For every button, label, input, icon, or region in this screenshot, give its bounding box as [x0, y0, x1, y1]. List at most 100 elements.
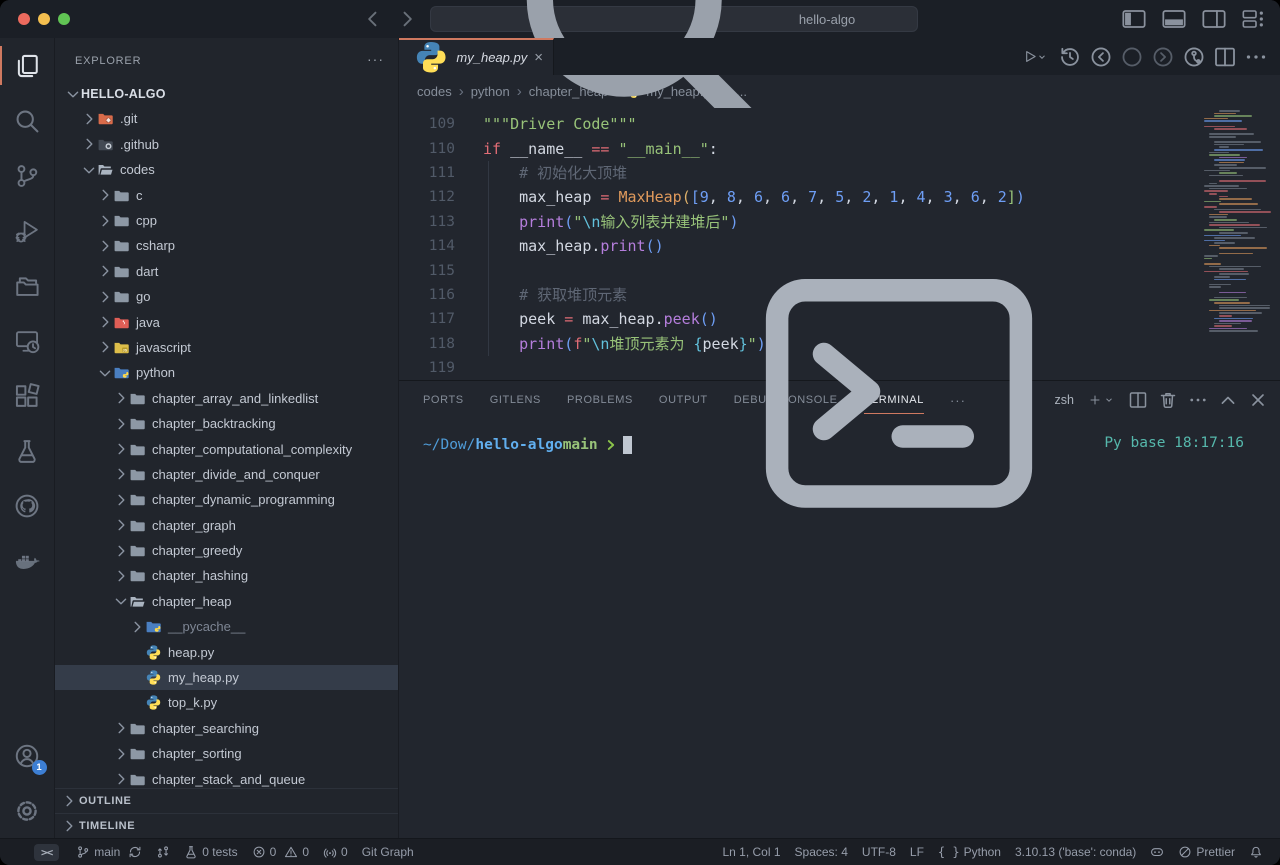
tree-item-chapter-backtracking[interactable]: chapter_backtracking — [55, 411, 398, 436]
outline-section[interactable]: OUTLINE — [55, 788, 398, 813]
tree-item-chapter-searching[interactable]: chapter_searching — [55, 716, 398, 741]
file-py-icon — [145, 644, 162, 661]
tree-item--git[interactable]: .git — [55, 106, 398, 131]
status-indentation[interactable]: Spaces: 4 — [788, 845, 855, 859]
chevron-right-icon — [97, 187, 113, 203]
tree-item-go[interactable]: go — [55, 284, 398, 309]
kill-terminal-icon[interactable] — [1158, 390, 1178, 410]
zoom-window-button[interactable] — [58, 13, 70, 25]
toggle-panel-icon[interactable] — [1162, 8, 1186, 30]
activity-testing[interactable] — [0, 423, 55, 478]
activity-github[interactable] — [0, 478, 55, 533]
tree-item-c[interactable]: c — [55, 182, 398, 207]
more-icon[interactable] — [1188, 390, 1208, 410]
status-language-mode[interactable]: { }Python — [931, 845, 1008, 859]
split-editor-icon[interactable] — [1213, 45, 1237, 69]
tree-item-my-heap-py[interactable]: my_heap.py — [55, 665, 398, 690]
activity-run-debug[interactable] — [0, 203, 55, 258]
status-git-compare[interactable] — [149, 845, 177, 859]
status-git-branch[interactable]: main — [69, 845, 149, 859]
tree-item-chapter-hashing[interactable]: chapter_hashing — [55, 563, 398, 588]
tree-item-chapter-graph[interactable]: chapter_graph — [55, 513, 398, 538]
tree-item-top-k-py[interactable]: top_k.py — [55, 690, 398, 715]
tree-item-javascript[interactable]: JSjavascript — [55, 335, 398, 360]
tree-item-csharp[interactable]: csharp — [55, 233, 398, 258]
files-icon — [14, 53, 40, 79]
tree-item-chapter-dynamic-programming[interactable]: chapter_dynamic_programming — [55, 487, 398, 512]
navigate-forward-icon[interactable] — [396, 8, 418, 30]
panel-tab-gitlens[interactable]: GITLENS — [490, 381, 541, 419]
status-cursor-position[interactable]: Ln 1, Col 1 — [715, 845, 787, 859]
tree-item-chapter-sorting[interactable]: chapter_sorting — [55, 741, 398, 766]
tree-item--pycache-[interactable]: __pycache__ — [55, 614, 398, 639]
folder-icon — [129, 771, 146, 788]
activity-accounts[interactable]: 1 — [0, 728, 55, 783]
status-prettier[interactable]: Prettier — [1171, 845, 1242, 859]
next-change-icon[interactable] — [1151, 45, 1175, 69]
tree-item-python[interactable]: python — [55, 360, 398, 385]
activity-remote-explorer[interactable] — [0, 313, 55, 368]
customize-layout-icon[interactable] — [1242, 8, 1266, 30]
activity-extensions[interactable] — [0, 368, 55, 423]
status-eol[interactable]: LF — [903, 845, 931, 859]
tree-item-chapter-computational-complexity[interactable]: chapter_computational_complexity — [55, 436, 398, 461]
tree-item-cpp[interactable]: cpp — [55, 208, 398, 233]
tree-item-chapter-divide-and-conquer[interactable]: chapter_divide_and_conquer — [55, 462, 398, 487]
split-terminal-icon[interactable] — [1128, 390, 1148, 410]
more-actions-icon[interactable] — [1244, 45, 1268, 69]
activity-search[interactable] — [0, 93, 55, 148]
gitlens-graph-icon[interactable] — [1182, 45, 1206, 69]
tree-item-label: csharp — [136, 238, 175, 253]
tree-item-java[interactable]: java — [55, 309, 398, 334]
toggle-primary-sidebar-icon[interactable] — [1122, 8, 1146, 30]
run-python-file-button[interactable] — [1017, 45, 1051, 69]
status-copilot[interactable] — [1143, 845, 1171, 859]
close-window-button[interactable] — [18, 13, 30, 25]
tree-item--github[interactable]: .github — [55, 132, 398, 157]
activity-settings[interactable] — [0, 783, 55, 838]
tree-item-chapter-array-and-linkedlist[interactable]: chapter_array_and_linkedlist — [55, 386, 398, 411]
panel-tab-problems[interactable]: PROBLEMS — [567, 381, 633, 419]
close-tab-icon[interactable]: × — [534, 49, 543, 67]
status-encoding[interactable]: UTF-8 — [855, 845, 903, 859]
tree-item-chapter-greedy[interactable]: chapter_greedy — [55, 538, 398, 563]
activity-folders[interactable] — [0, 258, 55, 313]
navigate-back-icon[interactable] — [362, 8, 384, 30]
activity-explorer[interactable] — [0, 38, 55, 93]
panel-tab-ports[interactable]: PORTS — [423, 381, 464, 419]
tab-my-heap[interactable]: my_heap.py × — [399, 38, 554, 75]
close-panel-icon[interactable] — [1248, 390, 1268, 410]
beaker-icon — [14, 438, 40, 464]
status-tests[interactable]: 0 tests — [177, 845, 244, 859]
tree-item-hello-algo[interactable]: HELLO-ALGO — [55, 81, 398, 106]
status-python-interpreter[interactable]: 3.10.13 ('base': conda) — [1008, 845, 1143, 859]
previous-change-icon[interactable] — [1089, 45, 1113, 69]
folder-icon — [113, 237, 130, 254]
panel-tab-output[interactable]: OUTPUT — [659, 381, 708, 419]
tree-item-chapter-heap[interactable]: chapter_heap — [55, 589, 398, 614]
timeline-section[interactable]: TIMELINE — [55, 813, 398, 838]
status-ports[interactable]: 0 — [316, 845, 355, 859]
status-git-graph[interactable]: Git Graph — [355, 845, 421, 859]
tree-item-label: c — [136, 188, 143, 203]
new-terminal-icon[interactable] — [1084, 390, 1118, 410]
terminal-content[interactable]: ~/Dow/hello-algo main Py base 18:17:16 — [399, 419, 1280, 838]
tree-item-dart[interactable]: dart — [55, 259, 398, 284]
tree-item-heap-py[interactable]: heap.py — [55, 639, 398, 664]
status-problems[interactable]: 00 — [245, 845, 316, 859]
activity-source-control[interactable] — [0, 148, 55, 203]
breadcrumb-item[interactable]: codes — [417, 84, 452, 99]
maximize-panel-icon[interactable] — [1218, 390, 1238, 410]
toggle-secondary-sidebar-icon[interactable] — [1202, 8, 1226, 30]
remote-indicator[interactable]: >< — [34, 844, 59, 861]
change-circle-icon[interactable] — [1120, 45, 1144, 69]
status-notifications[interactable] — [1242, 845, 1270, 859]
file-history-icon[interactable] — [1058, 45, 1082, 69]
activity-docker[interactable] — [0, 533, 55, 588]
tree-item-chapter-stack-and-queue[interactable]: chapter_stack_and_queue — [55, 766, 398, 788]
sidebar-more-actions-icon[interactable]: ··· — [367, 55, 384, 63]
tree-item-codes[interactable]: codes — [55, 157, 398, 182]
minimize-window-button[interactable] — [38, 13, 50, 25]
command-center-search[interactable]: hello-algo — [430, 6, 918, 32]
minimap[interactable] — [1204, 110, 1268, 333]
